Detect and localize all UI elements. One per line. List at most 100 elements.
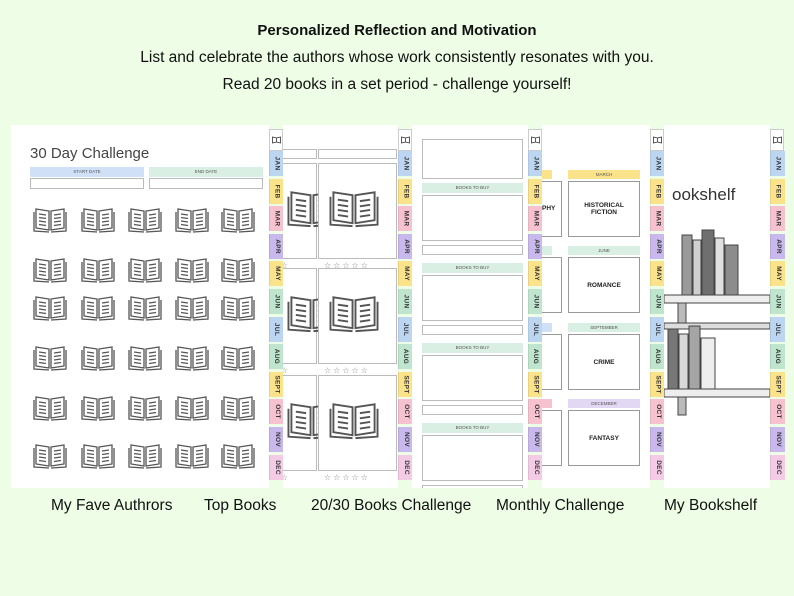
end-date-field[interactable] <box>149 178 263 189</box>
tab-mar[interactable]: MAR <box>770 206 785 232</box>
tab-jul[interactable]: JUL <box>528 316 543 342</box>
tab-dec[interactable]: DEC <box>650 454 665 480</box>
book-icon[interactable] <box>81 393 115 421</box>
book-icon[interactable] <box>175 205 209 233</box>
tab-jul[interactable]: JUL <box>398 316 413 342</box>
book-tab-icon[interactable] <box>269 129 283 151</box>
tab-aug[interactable]: AUG <box>650 344 665 370</box>
star-rating[interactable]: ☆☆☆☆☆ <box>283 366 290 375</box>
book-icon[interactable] <box>33 205 67 233</box>
tab-aug[interactable]: AUG <box>398 344 413 370</box>
tab-jan[interactable]: JAN <box>528 151 543 176</box>
book-tab-icon[interactable] <box>528 129 542 151</box>
tab-aug[interactable]: AUG <box>528 344 543 370</box>
tab-dec[interactable]: DEC <box>269 454 284 480</box>
tab-sept[interactable]: SEPT <box>528 371 543 397</box>
tab-jun[interactable]: JUN <box>398 289 413 314</box>
books-to-buy-box[interactable] <box>422 195 523 241</box>
book-icon[interactable] <box>175 343 209 371</box>
tab-jan[interactable]: JAN <box>770 151 785 176</box>
book-icon[interactable] <box>33 441 67 469</box>
tab-apr[interactable]: APR <box>398 233 413 259</box>
tab-jun[interactable]: JUN <box>770 289 785 314</box>
books-to-buy-line[interactable] <box>422 405 523 415</box>
book-tab-icon[interactable] <box>650 129 664 151</box>
tab-dec[interactable]: DEC <box>398 454 413 480</box>
tab-mar[interactable]: MAR <box>528 206 543 232</box>
book-icon[interactable] <box>81 255 115 283</box>
tab-dec[interactable]: DEC <box>528 454 543 480</box>
genre-box-left[interactable] <box>542 181 562 237</box>
tab-jun[interactable]: JUN <box>650 289 665 314</box>
tab-feb[interactable]: FEB <box>398 178 413 204</box>
tab-apr[interactable]: APR <box>269 233 284 259</box>
tab-oct[interactable]: OCT <box>528 399 543 425</box>
tab-sept[interactable]: SEPT <box>650 371 665 397</box>
tab-mar[interactable]: MAR <box>650 206 665 232</box>
tab-feb[interactable]: FEB <box>650 178 665 204</box>
book-icon[interactable] <box>33 293 67 321</box>
book-icon[interactable] <box>175 441 209 469</box>
genre-box[interactable]: FANTASY <box>568 410 640 466</box>
genre-box[interactable]: CRIME <box>568 334 640 390</box>
top-book-box[interactable] <box>283 268 337 364</box>
tab-oct[interactable]: OCT <box>269 399 284 425</box>
tab-oct[interactable]: OCT <box>398 399 413 425</box>
genre-box-left[interactable] <box>542 334 562 390</box>
tab-nov[interactable]: NOV <box>528 427 543 452</box>
star-rating[interactable]: ☆☆☆☆☆ <box>324 366 370 375</box>
book-icon[interactable] <box>81 343 115 371</box>
books-to-buy-line[interactable] <box>422 325 523 335</box>
tab-nov[interactable]: NOV <box>269 427 284 452</box>
tab-apr[interactable]: APR <box>770 233 785 259</box>
tab-jul[interactable]: JUL <box>650 316 665 342</box>
genre-box-left[interactable] <box>542 410 562 466</box>
tab-jun[interactable]: JUN <box>528 289 543 314</box>
top-book-box[interactable] <box>283 375 337 471</box>
tab-nov[interactable]: NOV <box>398 427 413 452</box>
top-book-box[interactable] <box>283 163 337 259</box>
tab-aug[interactable]: AUG <box>770 344 785 370</box>
book-icon[interactable] <box>128 255 162 283</box>
tab-feb[interactable]: FEB <box>528 178 543 204</box>
books-to-buy-box[interactable] <box>422 275 523 321</box>
tab-jan[interactable]: JAN <box>398 151 413 176</box>
genre-box[interactable]: ROMANCE <box>568 257 640 313</box>
tab-nov[interactable]: NOV <box>770 427 785 452</box>
book-icon[interactable] <box>175 255 209 283</box>
book-icon[interactable] <box>128 441 162 469</box>
tab-may[interactable]: MAY <box>398 261 413 287</box>
tab-feb[interactable]: FEB <box>269 178 284 204</box>
book-icon[interactable] <box>221 441 255 469</box>
book-icon[interactable] <box>221 255 255 283</box>
tab-jul[interactable]: JUL <box>269 316 284 342</box>
top-book-box[interactable] <box>318 375 397 471</box>
tab-apr[interactable]: APR <box>650 233 665 259</box>
book-icon[interactable] <box>221 293 255 321</box>
tab-may[interactable]: MAY <box>770 261 785 287</box>
book-icon[interactable] <box>221 205 255 233</box>
tab-may[interactable]: MAY <box>269 261 284 287</box>
book-icon[interactable] <box>175 393 209 421</box>
book-icon[interactable] <box>81 205 115 233</box>
tab-may[interactable]: MAY <box>528 261 543 287</box>
tab-oct[interactable]: OCT <box>650 399 665 425</box>
book-icon[interactable] <box>33 343 67 371</box>
tab-aug[interactable]: AUG <box>269 344 284 370</box>
book-icon[interactable] <box>81 293 115 321</box>
genre-box[interactable]: HISTORICAL FICTION <box>568 181 640 237</box>
tab-jan[interactable]: JAN <box>650 151 665 176</box>
book-icon[interactable] <box>221 393 255 421</box>
top-book-box[interactable] <box>318 163 397 259</box>
start-date-field[interactable] <box>30 178 144 189</box>
books-to-buy-box[interactable] <box>422 435 523 481</box>
tab-may[interactable]: MAY <box>650 261 665 287</box>
tab-jan[interactable]: JAN <box>269 151 284 176</box>
book-icon[interactable] <box>128 343 162 371</box>
star-rating[interactable]: ☆☆☆☆☆ <box>324 473 370 482</box>
book-icon[interactable] <box>128 393 162 421</box>
tab-sept[interactable]: SEPT <box>770 371 785 397</box>
book-icon[interactable] <box>175 293 209 321</box>
tab-jul[interactable]: JUL <box>770 316 785 342</box>
tab-dec[interactable]: DEC <box>770 454 785 480</box>
